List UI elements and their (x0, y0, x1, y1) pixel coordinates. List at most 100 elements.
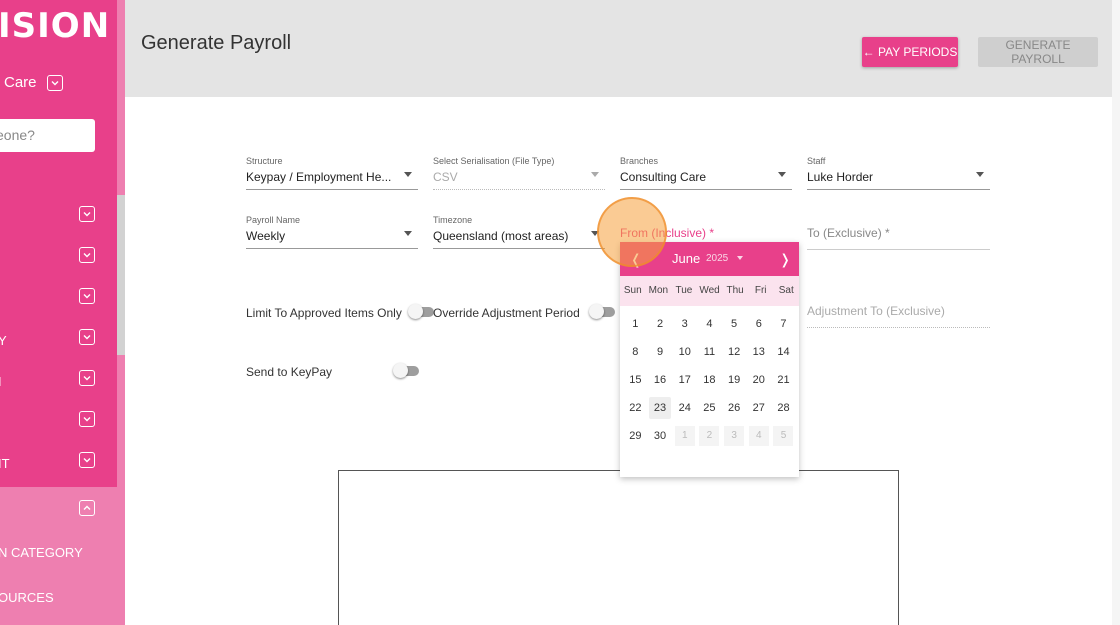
day-cell[interactable]: 26 (722, 394, 747, 422)
day-cell[interactable]: 20 (746, 366, 771, 394)
sidebar-scrollbar[interactable] (117, 195, 125, 355)
day-cell[interactable]: 19 (722, 366, 747, 394)
sidebar-item-label: Y (0, 333, 7, 348)
day-cell[interactable]: 27 (746, 394, 771, 422)
day-cell-other-month: 1 (672, 422, 697, 450)
datepicker-month[interactable]: June (672, 251, 700, 266)
day-cell[interactable]: 24 (672, 394, 697, 422)
sidebar-item-label: IT (0, 456, 10, 471)
day-cell[interactable]: 14 (771, 338, 796, 366)
sidebar-item-1[interactable] (0, 197, 117, 237)
day-cell[interactable]: 29 (623, 422, 648, 450)
page-scrollbar[interactable] (1112, 0, 1120, 625)
day-cell[interactable]: 4 (697, 310, 722, 338)
structure-value: Keypay / Employment He... (246, 170, 392, 184)
sidebar: ISION Care eone? Y I IT N (0, 0, 125, 625)
day-cell[interactable]: 21 (771, 366, 796, 394)
send-keypay-toggle[interactable] (393, 363, 419, 378)
chevron-up-icon[interactable] (79, 500, 95, 516)
day-cell[interactable]: 2 (648, 310, 673, 338)
timezone-select[interactable]: Timezone Queensland (most areas) (433, 215, 605, 249)
day-cell-today[interactable]: 23 (648, 394, 673, 422)
chevron-left-icon[interactable]: ❬ (630, 251, 642, 268)
field-underline (807, 189, 990, 190)
day-cell[interactable]: 15 (623, 366, 648, 394)
limit-approved-label: Limit To Approved Items Only (246, 306, 402, 320)
org-selector[interactable]: Care (4, 74, 63, 91)
chevron-down-icon[interactable] (46, 74, 63, 91)
to-date-input[interactable]: To (Exclusive) * (807, 224, 990, 250)
datepicker-popup: ❬ June 2025 ❭ Sun Mon Tue Wed Thu Fri Sa… (620, 242, 799, 477)
generate-payroll-button[interactable]: GENERATE PAYROLL (978, 37, 1098, 67)
sidebar-subitem[interactable]: N CATEGORY (0, 545, 83, 560)
day-cell[interactable]: 10 (672, 338, 697, 366)
payroll-name-label: Payroll Name (246, 215, 301, 225)
day-cell[interactable]: 6 (746, 310, 771, 338)
chevron-down-icon[interactable] (79, 288, 95, 304)
chevron-down-icon[interactable] (79, 329, 95, 345)
sidebar-item-2[interactable] (0, 238, 117, 278)
sidebar-item-3[interactable] (0, 279, 117, 319)
field-underline (807, 327, 990, 328)
weekday-label: Thu (726, 285, 744, 296)
chevron-down-icon[interactable] (79, 452, 95, 468)
weekday-label: Fri (754, 285, 767, 296)
weekday-label: Mon (648, 285, 669, 296)
weekday-label: Tue (675, 285, 693, 296)
day-cell[interactable]: 9 (648, 338, 673, 366)
toggle-knob (589, 304, 604, 319)
day-cell[interactable]: 16 (648, 366, 673, 394)
adjustment-to-label: Adjustment To (Exclusive) (807, 304, 945, 318)
sidebar-item-4[interactable]: Y (0, 320, 117, 360)
payroll-name-select[interactable]: Payroll Name Weekly (246, 215, 418, 249)
field-underline (246, 248, 418, 249)
day-cell[interactable]: 30 (648, 422, 673, 450)
chevron-down-icon (404, 172, 412, 177)
sidebar-item-7[interactable]: IT (0, 443, 117, 483)
weekday-label: Sun (623, 285, 642, 296)
day-cell[interactable]: 12 (722, 338, 747, 366)
day-cell[interactable]: 7 (771, 310, 796, 338)
chevron-right-icon[interactable]: ❭ (779, 251, 791, 268)
pay-periods-button[interactable]: ← PAY PERIODS (862, 37, 958, 67)
day-cell[interactable]: 17 (672, 366, 697, 394)
limit-approved-toggle[interactable] (408, 304, 434, 319)
from-date-input[interactable]: From (Inclusive) * (620, 224, 792, 242)
other-day: 2 (699, 426, 720, 446)
timezone-value: Queensland (most areas) (433, 229, 569, 243)
staff-select[interactable]: Staff Luke Horder (807, 156, 990, 190)
day-cell[interactable]: 22 (623, 394, 648, 422)
chevron-down-icon[interactable] (79, 206, 95, 222)
chevron-down-icon[interactable] (79, 370, 95, 386)
caret-down-icon[interactable] (737, 256, 743, 260)
chevron-down-icon[interactable] (79, 411, 95, 427)
sidebar-item-6[interactable] (0, 402, 117, 442)
datepicker-week: 29 30 1 2 3 4 5 (623, 422, 796, 450)
datepicker-year[interactable]: 2025 (706, 253, 728, 264)
payroll-name-value: Weekly (246, 229, 286, 243)
page-title: Generate Payroll (141, 32, 292, 54)
day-cell[interactable]: 18 (697, 366, 722, 394)
day-cell[interactable]: 8 (623, 338, 648, 366)
day-cell[interactable]: 28 (771, 394, 796, 422)
toggle-knob (408, 304, 423, 319)
day-cell-other-month: 5 (771, 422, 796, 450)
day-cell[interactable]: 13 (746, 338, 771, 366)
structure-label: Structure (246, 156, 283, 166)
day-cell[interactable]: 1 (623, 310, 648, 338)
day-cell[interactable]: 5 (722, 310, 747, 338)
sidebar-item-5[interactable]: I (0, 361, 117, 401)
sidebar-search-input[interactable]: eone? (0, 119, 95, 152)
serialisation-value: CSV (433, 170, 458, 184)
override-adjustment-toggle[interactable] (589, 304, 615, 319)
branches-select[interactable]: Branches Consulting Care (620, 156, 792, 190)
day-cell[interactable]: 3 (672, 310, 697, 338)
structure-select[interactable]: Structure Keypay / Employment He... (246, 156, 418, 190)
chevron-down-icon[interactable] (79, 247, 95, 263)
sidebar-subitem[interactable]: OURCES (0, 590, 54, 605)
chevron-down-icon (404, 231, 412, 236)
logo-text: ISION (0, 6, 111, 46)
datepicker-week: 1 2 3 4 5 6 7 (623, 310, 796, 338)
day-cell[interactable]: 25 (697, 394, 722, 422)
day-cell[interactable]: 11 (697, 338, 722, 366)
